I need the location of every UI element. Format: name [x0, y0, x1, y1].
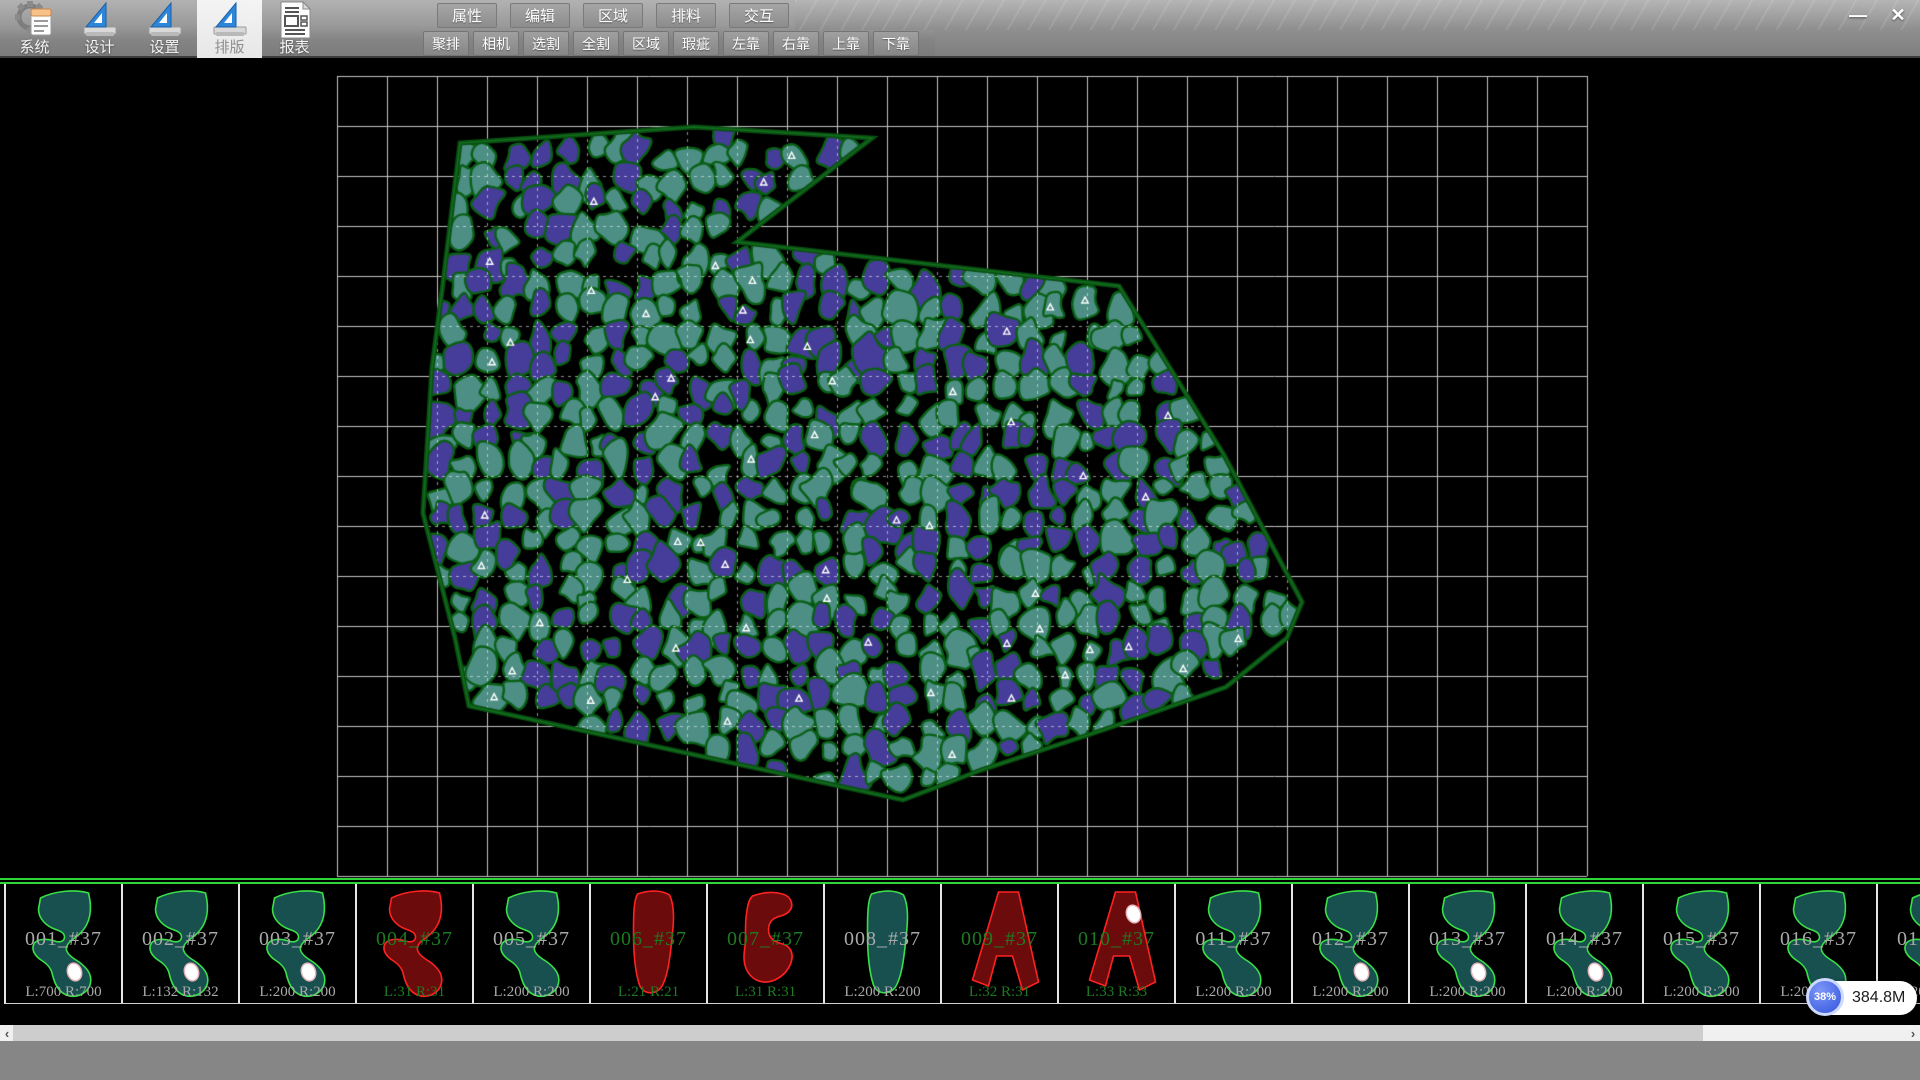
setsquare-icon [80, 1, 120, 39]
action-button-2[interactable]: 相机 [473, 31, 519, 56]
toolbar-button-label: 设计 [84, 39, 114, 56]
action-button-1[interactable]: 聚排 [423, 31, 469, 56]
menu-tab-3[interactable]: 区域 [583, 3, 643, 28]
piece-count-label: L:31 R:31 [357, 984, 472, 1001]
toolbar-button-2[interactable]: 设计 [67, 0, 132, 58]
piece-count-label: L:200 R:200 [825, 984, 940, 1001]
setsquare-icon [145, 1, 185, 39]
pieces-strip: 001_#37 L:700 R:700 002_#37 L:132 R:132 … [0, 878, 1920, 1005]
piece-count-label: L:31 R:31 [708, 984, 823, 1001]
scroll-left-arrow-icon[interactable]: ‹ [0, 1025, 14, 1041]
piece-id-label: 012_#37 [1293, 928, 1408, 951]
piece-cell-012_#37[interactable]: 012_#37 L:200 R:200 [1293, 884, 1410, 1003]
action-button-4[interactable]: 全割 [573, 31, 619, 56]
memory-badge: 38% 384.8M [1808, 981, 1917, 1015]
piece-id-label: 014_#37 [1527, 928, 1642, 951]
piece-cell-004_#37[interactable]: 004_#37 L:31 R:31 [357, 884, 474, 1003]
piece-cell-014_#37[interactable]: 014_#37 L:200 R:200 [1527, 884, 1644, 1003]
toolbar-button-1[interactable]: 系统 [2, 0, 67, 58]
nesting-canvas[interactable] [0, 58, 1920, 878]
menu-tab-5[interactable]: 交互 [729, 3, 789, 28]
piece-count-label: L:200 R:200 [1176, 984, 1291, 1001]
piece-count-label: L:132 R:132 [123, 984, 238, 1001]
toolbar-button-4[interactable]: 排版 [197, 0, 262, 58]
piece-cell-011_#37[interactable]: 011_#37 L:200 R:200 [1176, 884, 1293, 1003]
piece-id-label: 015_#37 [1644, 928, 1759, 951]
report-icon [275, 1, 315, 39]
piece-count-label: L:21 R:21 [591, 984, 706, 1001]
piece-id-label: 005_#37 [474, 928, 589, 951]
action-button-5[interactable]: 区域 [623, 31, 669, 56]
action-button-9[interactable]: 上靠 [823, 31, 869, 56]
window-controls: —✕ [1842, 2, 1914, 28]
piece-id-label: 011_#37 [1176, 928, 1291, 951]
scrollbar-thumb[interactable] [13, 1025, 1703, 1041]
piece-count-label: L:200 R:200 [474, 984, 589, 1001]
piece-id-label: 013_#37 [1410, 928, 1525, 951]
piece-id-label: 010_#37 [1059, 928, 1174, 951]
menu-tab-bar: 属性编辑区域排料交互 [437, 3, 789, 28]
piece-count-label: L:200 R:200 [1644, 984, 1759, 1001]
strip-separator-line [0, 878, 1920, 880]
piece-cell-009_#37[interactable]: 009_#37 L:32 R:31 [942, 884, 1059, 1003]
piece-id-label: 006_#37 [591, 928, 706, 951]
memory-value: 384.8M [1844, 989, 1917, 1007]
piece-cell-005_#37[interactable]: 005_#37 L:200 R:200 [474, 884, 591, 1003]
piece-cell-015_#37[interactable]: 015_#37 L:200 R:200 [1644, 884, 1761, 1003]
progress-circle: 38% [1806, 978, 1844, 1016]
piece-id-label: 002_#37 [123, 928, 238, 951]
titlebar-hatch [795, 0, 1920, 30]
toolbar-button-5[interactable]: 报表 [262, 0, 327, 58]
horizontal-scrollbar[interactable]: ‹ › [0, 1025, 1920, 1041]
piece-count-label: L:700 R:700 [6, 984, 121, 1001]
piece-count-label: L:200 R:200 [1527, 984, 1642, 1001]
menu-tab-1[interactable]: 属性 [437, 3, 497, 28]
piece-id-label: 008_#37 [825, 928, 940, 951]
piece-id-label: 009_#37 [942, 928, 1057, 951]
setsquare-icon [210, 1, 250, 39]
toolbar-filler [935, 30, 1920, 56]
menu-tab-2[interactable]: 编辑 [510, 3, 570, 28]
piece-count-label: L:200 R:200 [1293, 984, 1408, 1001]
titlebar: 系统 设计 设置 排版 报表 属性编辑区域排料交互 聚排相机选割全割区域瑕疵左靠… [0, 0, 1920, 58]
main-toolbar: 系统 设计 设置 排版 报表 [2, 0, 327, 58]
piece-id-label: 001_#37 [6, 928, 121, 951]
action-button-10[interactable]: 下靠 [873, 31, 919, 56]
menu-tab-4[interactable]: 排料 [656, 3, 716, 28]
piece-id-label: 007_#37 [708, 928, 823, 951]
piece-id-label: 017_#37 [1878, 928, 1920, 951]
piece-cell-013_#37[interactable]: 013_#37 L:200 R:200 [1410, 884, 1527, 1003]
piece-cell-002_#37[interactable]: 002_#37 L:132 R:132 [123, 884, 240, 1003]
piece-count-label: L:200 R:200 [240, 984, 355, 1001]
piece-cell-007_#37[interactable]: 007_#37 L:31 R:31 [708, 884, 825, 1003]
system-gear-icon [15, 1, 55, 39]
piece-cell-010_#37[interactable]: 010_#37 L:33 R:33 [1059, 884, 1176, 1003]
piece-count-label: L:33 R:33 [1059, 984, 1174, 1001]
close-button[interactable]: ✕ [1882, 2, 1914, 28]
toolbar-button-label: 设置 [149, 39, 179, 56]
minimize-button[interactable]: — [1842, 2, 1874, 28]
piece-count-label: L:200 R:200 [1410, 984, 1525, 1001]
action-button-3[interactable]: 选割 [523, 31, 569, 56]
action-button-bar: 聚排相机选割全割区域瑕疵左靠右靠上靠下靠 [423, 31, 919, 56]
action-button-7[interactable]: 左靠 [723, 31, 769, 56]
action-button-8[interactable]: 右靠 [773, 31, 819, 56]
piece-id-label: 004_#37 [357, 928, 472, 951]
piece-id-label: 003_#37 [240, 928, 355, 951]
toolbar-button-label: 排版 [214, 39, 244, 56]
action-button-6[interactable]: 瑕疵 [673, 31, 719, 56]
toolbar-button-label: 报表 [279, 39, 309, 56]
piece-count-label: L:32 R:31 [942, 984, 1057, 1001]
piece-thumbnail-list: 001_#37 L:700 R:700 002_#37 L:132 R:132 … [4, 884, 1920, 1004]
piece-cell-006_#37[interactable]: 006_#37 L:21 R:21 [591, 884, 708, 1003]
piece-cell-008_#37[interactable]: 008_#37 L:200 R:200 [825, 884, 942, 1003]
piece-cell-003_#37[interactable]: 003_#37 L:200 R:200 [240, 884, 357, 1003]
toolbar-button-label: 系统 [19, 39, 49, 56]
toolbar-button-3[interactable]: 设置 [132, 0, 197, 58]
piece-cell-001_#37[interactable]: 001_#37 L:700 R:700 [6, 884, 123, 1003]
piece-id-label: 016_#37 [1761, 928, 1876, 951]
status-bar [0, 1041, 1920, 1080]
scroll-right-arrow-icon[interactable]: › [1906, 1025, 1920, 1041]
